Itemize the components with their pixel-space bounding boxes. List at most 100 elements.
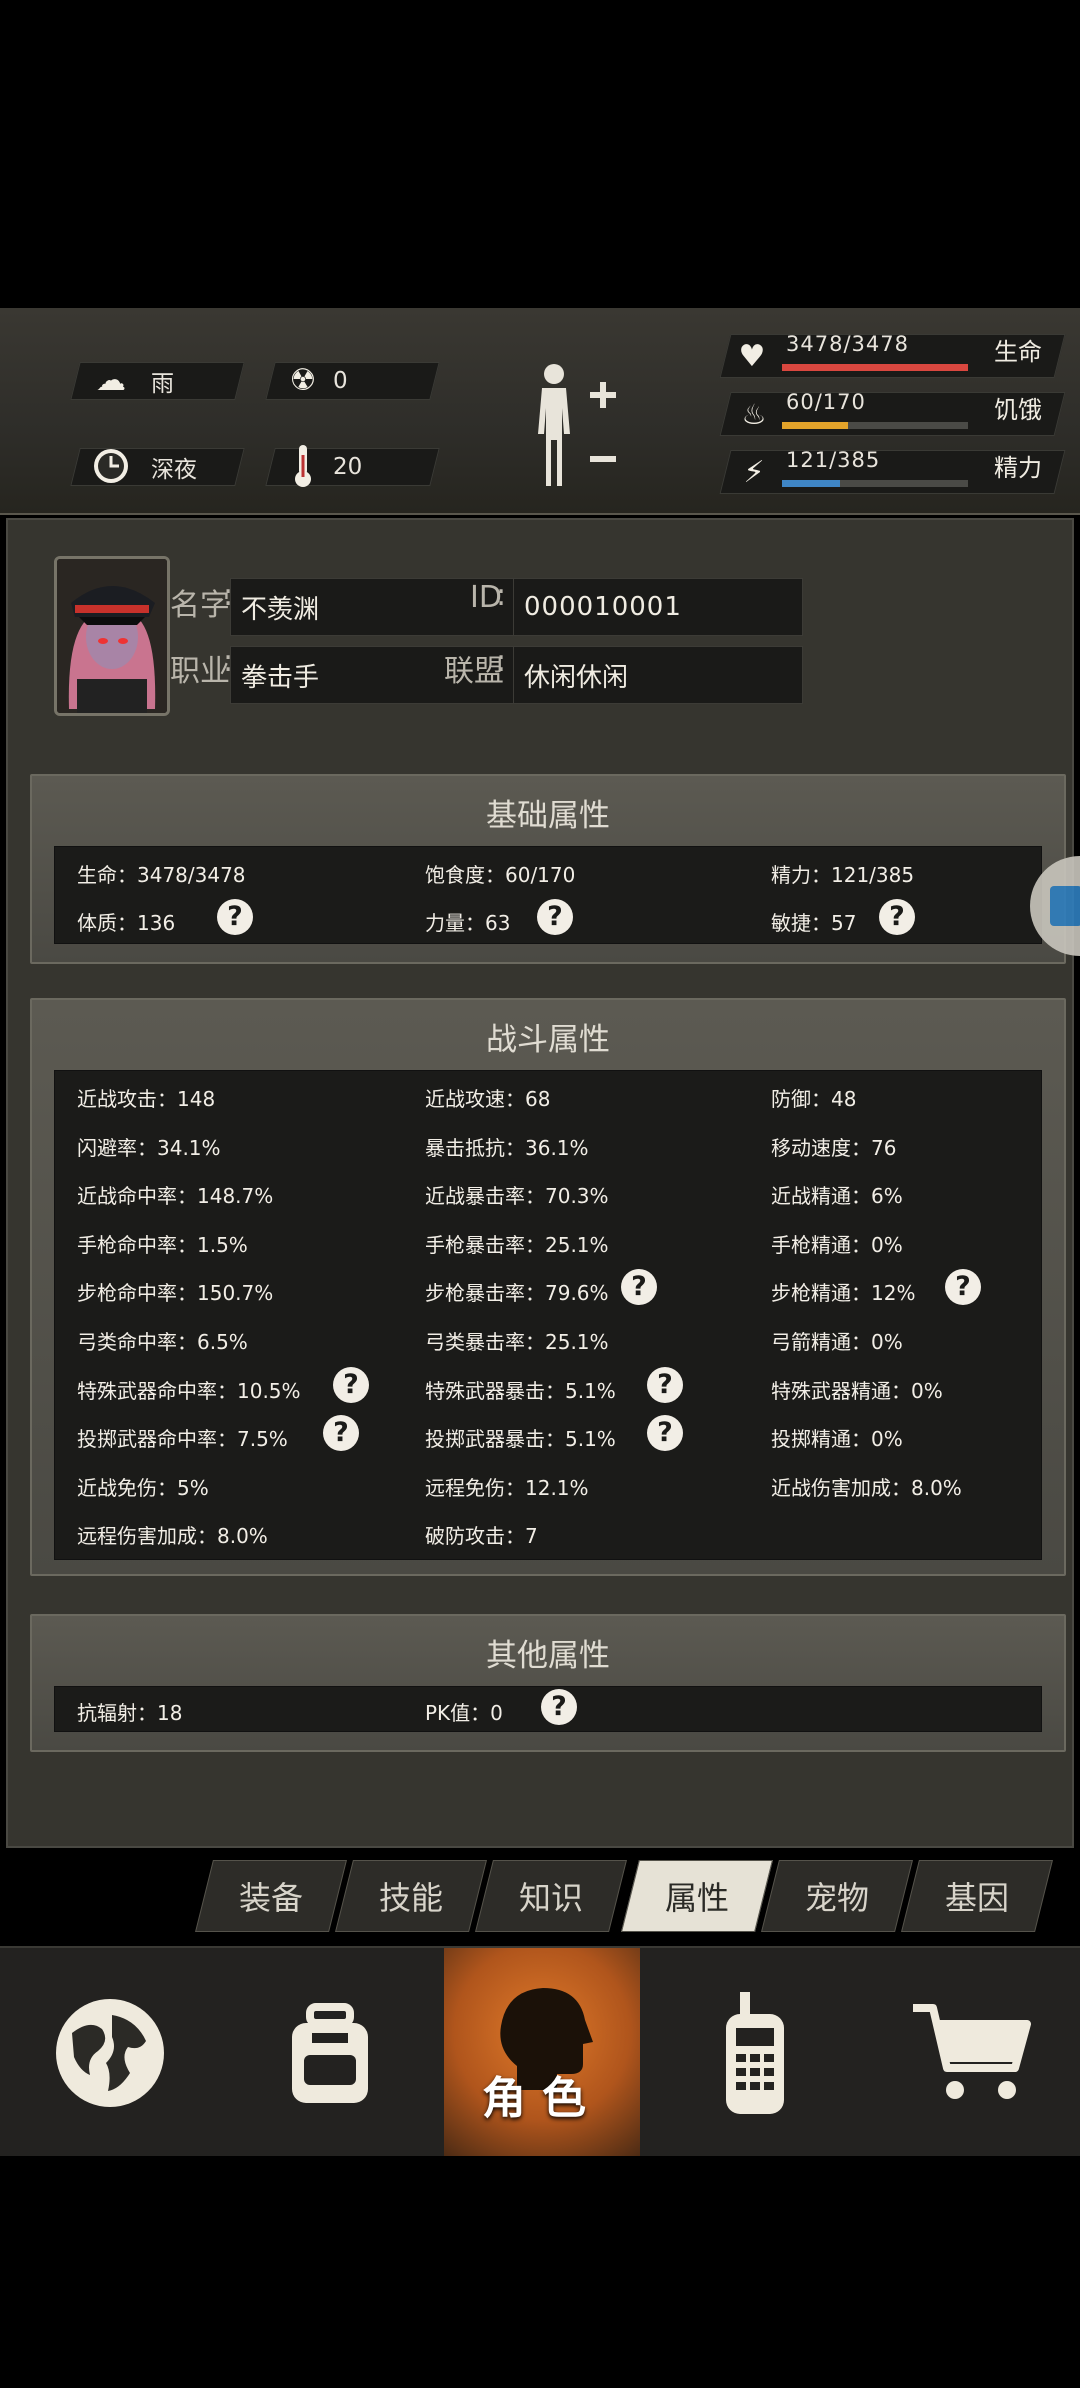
tab-0[interactable]: 装备	[195, 1860, 347, 1932]
combat-stat: 弓类命中率：6.5%	[77, 1330, 248, 1354]
combat-stat: 近战精通：6%	[771, 1184, 903, 1209]
help-icon[interactable]: ?	[647, 1415, 683, 1452]
cube-icon	[1050, 886, 1080, 926]
combat-attributes-body: 近战攻击：148 近战攻速：68 防御：48 闪避率：34.1% 暴击抵抗：36.1% 移…	[54, 1070, 1042, 1560]
bottom-black-area	[0, 2156, 1080, 2388]
nav-character-label: 角色	[482, 2073, 602, 2124]
name-label: 名字	[170, 588, 230, 623]
tab-2[interactable]: 知识	[475, 1860, 627, 1932]
bottom-navigation: 角色	[0, 1946, 1080, 2158]
job-label: 职业	[170, 654, 230, 689]
combat-stat: 破防攻击：7	[425, 1524, 538, 1549]
combat-stat: 闪避率：34.1%	[77, 1135, 221, 1160]
walkie-talkie-icon	[726, 1992, 784, 2114]
tab-5[interactable]: 基因	[901, 1860, 1053, 1932]
combat-stat: 特殊武器暴击：5.1%	[425, 1378, 616, 1403]
stat-agility: 敏捷：57	[771, 911, 857, 935]
combat-stat: 弓类暴击率：25.1%	[425, 1330, 609, 1354]
help-icon[interactable]: ?	[541, 1689, 577, 1725]
help-icon[interactable]: ?	[217, 899, 253, 935]
combat-stat: 投掷精通：0%	[771, 1427, 903, 1452]
combat-stat: 特殊武器命中率：10.5%	[77, 1378, 301, 1403]
combat-stat: 近战命中率：148.7%	[77, 1184, 274, 1209]
combat-stat: 步枪暴击率：79.6%	[425, 1281, 609, 1306]
stat-satiety: 饱食度：60/170	[425, 863, 576, 887]
combat-stat: 步枪精通：12%	[771, 1281, 916, 1306]
body-status-icon[interactable]	[522, 358, 622, 498]
stat-pk-value: PK值：0	[425, 1701, 503, 1725]
nav-inventory-button[interactable]	[220, 1948, 440, 2158]
nav-character-button[interactable]: 角色	[444, 1948, 640, 2158]
life-text: 3478/3478	[786, 332, 909, 356]
backpack-icon	[292, 2003, 368, 2103]
avatar[interactable]	[54, 556, 170, 716]
combat-stat: 防御：48	[771, 1087, 857, 1111]
energy-bar-fill	[782, 480, 841, 487]
life-bar	[782, 364, 968, 371]
combat-stat: 远程免伤：12.1%	[425, 1475, 589, 1500]
other-attributes-section: 其他属性 抗辐射：18 PK值：0 ?	[30, 1614, 1066, 1752]
top-hud: 雨 ☁ 0 ☢ 深夜 20 ♥ 3478/3478 生命 ♨ 60/170 饥饿…	[0, 308, 1080, 515]
combat-stat: 特殊武器精通：0%	[771, 1378, 943, 1403]
combat-attributes-section: 战斗属性 近战攻击：148 近战攻速：68 防御：48 闪避率：34.1% 暴击抵抗：3…	[30, 998, 1066, 1576]
stat-life: 生命：3478/3478	[77, 863, 246, 887]
hunger-bar	[782, 422, 968, 429]
combat-stat: 暴击抵抗：36.1%	[425, 1135, 589, 1160]
help-icon[interactable]: ?	[333, 1366, 369, 1403]
status-bar	[0, 0, 1080, 308]
tab-label: 技能	[378, 1879, 443, 1917]
combat-stat: 移动速度：76	[771, 1135, 897, 1160]
heart-pulse-icon: ♥	[738, 338, 766, 374]
colon: :	[496, 644, 507, 679]
combat-stat: 近战攻击：148	[77, 1087, 216, 1111]
shopping-cart-icon	[913, 2004, 1031, 2099]
stomach-icon: ♨	[741, 397, 767, 431]
life-label: 生命	[994, 338, 1042, 366]
stat-energy: 精力：121/385	[771, 863, 915, 887]
guild-label: 联盟	[444, 654, 504, 689]
life-bar-fill	[782, 364, 968, 371]
combat-stat: 投掷武器暴击：5.1%	[425, 1427, 616, 1452]
combat-stat: 手枪命中率：1.5%	[77, 1232, 248, 1257]
basic-attributes-body: 生命：3478/3478 饱食度：60/170 精力：121/385 体质：13…	[54, 846, 1042, 944]
nav-world-button[interactable]	[0, 1948, 220, 2158]
help-icon[interactable]: ?	[945, 1269, 981, 1306]
character-panel: 名字 : 不羡渊 ID : 000010001 职业 : 拳击手 联盟 : 休闲…	[6, 518, 1074, 1848]
guild-field[interactable]: 休闲休闲	[513, 646, 803, 704]
tab-4[interactable]: 宠物	[761, 1860, 913, 1932]
combat-stat: 弓箭精通：0%	[771, 1330, 903, 1354]
help-icon[interactable]: ?	[537, 899, 573, 935]
combat-stat: 手枪精通：0%	[771, 1232, 903, 1257]
help-icon[interactable]: ?	[879, 899, 915, 935]
combat-stat: 近战暴击率：70.3%	[425, 1184, 609, 1209]
help-icon[interactable]: ?	[621, 1269, 657, 1306]
other-attributes-body: 抗辐射：18 PK值：0 ?	[54, 1686, 1042, 1732]
nav-shop-button[interactable]	[864, 1948, 1080, 2158]
stat-constitution: 体质：136	[77, 911, 176, 935]
energy-head-icon: ⚡	[743, 454, 765, 490]
help-icon[interactable]: ?	[323, 1415, 359, 1452]
hunger-label: 饥饿	[994, 396, 1042, 424]
combat-stat: 手枪暴击率：25.1%	[425, 1232, 609, 1257]
hunger-bar-fill	[782, 422, 848, 429]
id-field: 000010001	[513, 578, 803, 636]
tab-1[interactable]: 技能	[335, 1860, 487, 1932]
section-title: 战斗属性	[486, 1022, 610, 1058]
stat-strength: 力量：63	[425, 911, 511, 935]
combat-stat: 步枪命中率：150.7%	[77, 1281, 274, 1306]
energy-bar	[782, 480, 968, 487]
nav-radio-button[interactable]	[644, 1948, 864, 2158]
help-icon[interactable]: ?	[647, 1366, 683, 1403]
combat-stat: 远程伤害加成：8.0%	[77, 1524, 268, 1549]
energy-text: 121/385	[786, 448, 881, 472]
combat-stat: 近战伤害加成：8.0%	[771, 1475, 962, 1500]
hunger-text: 60/170	[786, 390, 866, 414]
globe-icon	[56, 1999, 164, 2107]
section-title: 其他属性	[486, 1638, 610, 1674]
energy-label: 精力	[994, 454, 1042, 482]
combat-stat: 近战免伤：5%	[77, 1475, 209, 1500]
tab-3[interactable]: 属性	[621, 1860, 773, 1932]
stat-radiation-resist: 抗辐射：18	[77, 1701, 183, 1725]
thermometer-icon	[288, 442, 318, 490]
combat-stat: 投掷武器命中率：7.5%	[77, 1427, 288, 1452]
